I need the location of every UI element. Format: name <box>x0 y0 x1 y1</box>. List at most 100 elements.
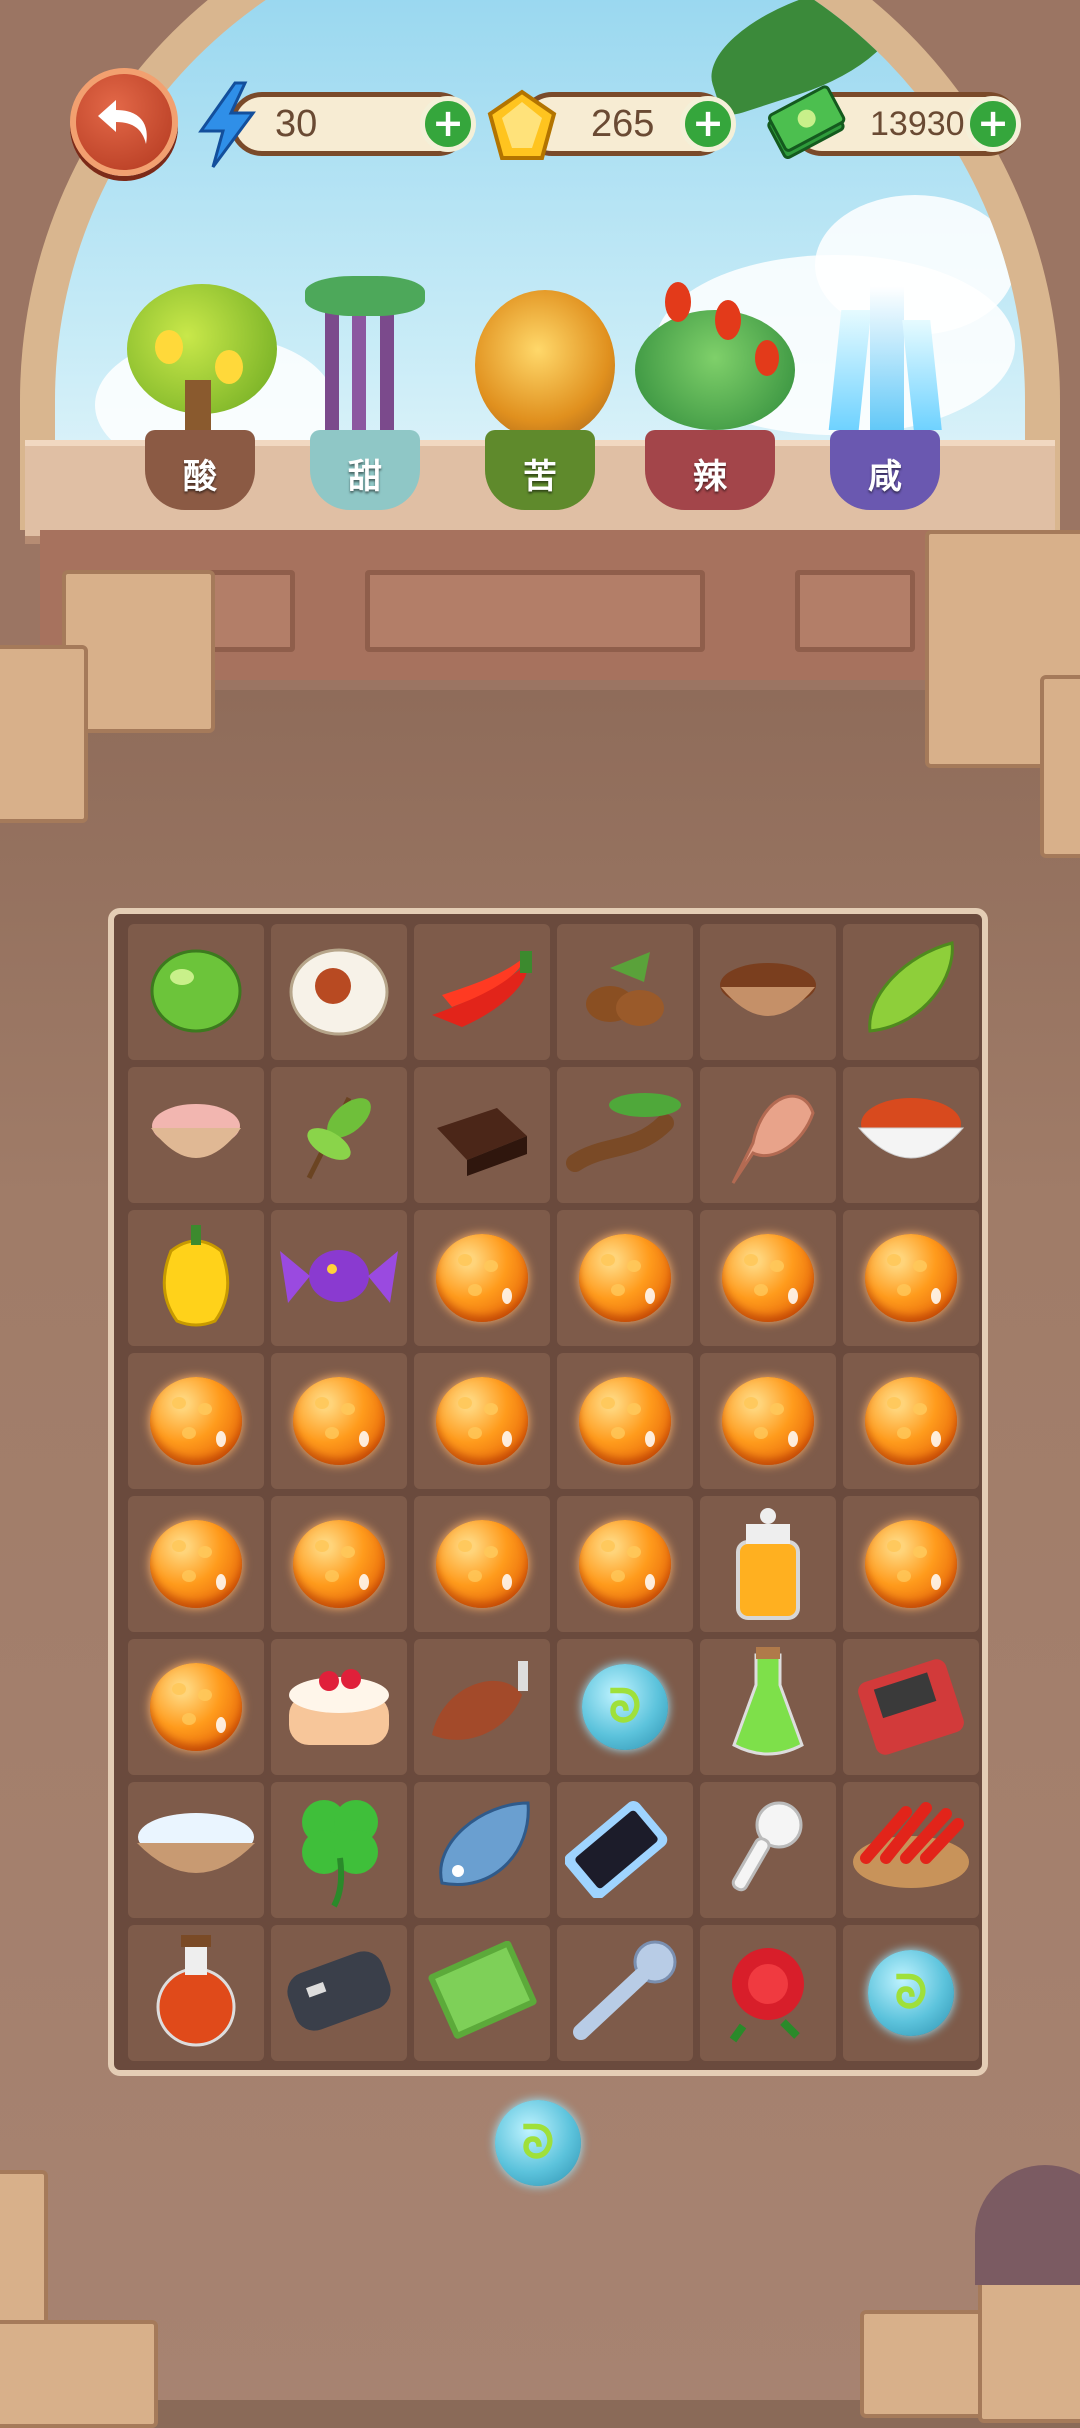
board-cell-r2-c1[interactable] <box>128 1067 264 1203</box>
chili-powder-bowl-icon <box>851 1088 971 1182</box>
handheld-console-icon <box>851 1655 971 1759</box>
board-cell-r8-c2[interactable] <box>271 1925 407 2061</box>
board-cell-r2-c6[interactable] <box>843 1067 979 1203</box>
crate <box>0 2320 158 2428</box>
green-potion-icon <box>728 1645 808 1769</box>
coffee-beans-icon <box>570 942 680 1042</box>
board-cell-r7-c4[interactable] <box>557 1782 693 1918</box>
lime-icon <box>148 945 244 1039</box>
plant-sour[interactable]: 酸 <box>115 270 285 510</box>
undo-arrow-icon <box>98 100 147 144</box>
board-cell-r1-c1[interactable] <box>128 924 264 1060</box>
fire-orb-icon <box>579 1377 671 1465</box>
board-cell-r5-c1[interactable] <box>128 1496 264 1632</box>
back-button[interactable] <box>70 68 178 176</box>
board-cell-r7-c1[interactable] <box>128 1782 264 1918</box>
board-cell-r8-c5[interactable] <box>700 1925 836 2061</box>
cash-stack-icon <box>760 76 850 172</box>
board-cell-r8-c6[interactable]: ᘐ <box>843 1925 979 2061</box>
sprout-bubble-icon: ᘐ <box>868 1950 954 2036</box>
red-sauce-bottle-icon <box>151 1931 241 2055</box>
board-cell-r7-c5[interactable] <box>700 1782 836 1918</box>
board-cell-r7-c2[interactable] <box>271 1782 407 1918</box>
board-cell-r5-c6[interactable] <box>843 1496 979 1632</box>
counter-panel <box>795 570 915 652</box>
held-item-sprout-bubble[interactable]: ᘐ <box>495 2100 581 2186</box>
gem-value: 265 <box>591 103 655 145</box>
board-cell-r1-c4[interactable] <box>557 924 693 1060</box>
wrapped-candy-icon <box>274 1231 404 1325</box>
board-cell-r8-c3[interactable] <box>414 1925 550 2061</box>
yellow-bell-pepper-icon <box>151 1221 241 1335</box>
sprout-bubble-icon: ᘐ <box>582 1664 668 1750</box>
plant-sweet[interactable]: 甜 <box>280 270 450 510</box>
board-cell-r1-c5[interactable] <box>700 924 836 1060</box>
board-cell-r4-c3[interactable] <box>414 1353 550 1489</box>
board-cell-r4-c4[interactable] <box>557 1353 693 1489</box>
plant-salty[interactable]: 咸 <box>800 270 970 510</box>
board-cell-r4-c2[interactable] <box>271 1353 407 1489</box>
four-leaf-clover-icon <box>284 1788 394 1912</box>
add-cash-button[interactable]: + <box>965 96 1021 152</box>
counter-panel <box>365 570 705 652</box>
bitter-melon-icon <box>856 935 966 1049</box>
board-cell-r1-c2[interactable] <box>271 924 407 1060</box>
fire-orb-icon <box>150 1520 242 1608</box>
tamarind-icon <box>565 1083 685 1187</box>
dark-chocolate-icon <box>427 1088 537 1182</box>
board-cell-r5-c5[interactable] <box>700 1496 836 1632</box>
board-cell-r7-c3[interactable] <box>414 1782 550 1918</box>
board-grid: ᘐᘐ <box>128 924 980 2064</box>
board-cell-r4-c5[interactable] <box>700 1353 836 1489</box>
fire-orb-icon <box>722 1377 814 1465</box>
board-cell-r5-c4[interactable] <box>557 1496 693 1632</box>
car-key-fob-icon <box>279 1941 399 2045</box>
board-cell-r2-c5[interactable] <box>700 1067 836 1203</box>
board-cell-r8-c4[interactable] <box>557 1925 693 2061</box>
fire-orb-icon <box>293 1520 385 1608</box>
board-cell-r6-c3[interactable] <box>414 1639 550 1775</box>
board-cell-r4-c1[interactable] <box>128 1353 264 1489</box>
fire-orb-icon <box>865 1520 957 1608</box>
green-notebook-icon <box>422 1940 542 2045</box>
spice-mix-bowl-icon <box>713 945 823 1039</box>
strawberry-cake-icon <box>279 1655 399 1759</box>
plant-spicy[interactable]: 辣 <box>625 270 795 510</box>
fire-orb-icon <box>150 1663 242 1751</box>
board-cell-r6-c1[interactable] <box>128 1639 264 1775</box>
plant-bitter[interactable]: 苦 <box>455 270 625 510</box>
board-cell-r3-c2[interactable] <box>271 1210 407 1346</box>
board-cell-r2-c3[interactable] <box>414 1067 550 1203</box>
fire-orb-icon <box>293 1377 385 1465</box>
board-cell-r4-c6[interactable] <box>843 1353 979 1489</box>
board-cell-r1-c3[interactable] <box>414 924 550 1060</box>
gem-icon <box>482 86 562 166</box>
merge-board: ᘐᘐ <box>108 908 988 2076</box>
board-cell-r2-c2[interactable] <box>271 1067 407 1203</box>
board-cell-r2-c4[interactable] <box>557 1067 693 1203</box>
board-cell-r5-c2[interactable] <box>271 1496 407 1632</box>
board-cell-r3-c3[interactable] <box>414 1210 550 1346</box>
red-chili-icon <box>422 945 542 1039</box>
add-gems-button[interactable]: + <box>680 96 736 152</box>
board-cell-r3-c6[interactable] <box>843 1210 979 1346</box>
board-cell-r8-c1[interactable] <box>128 1925 264 2061</box>
board-cell-r1-c6[interactable] <box>843 924 979 1060</box>
board-cell-r6-c4[interactable]: ᘐ <box>557 1639 693 1775</box>
board-cell-r3-c5[interactable] <box>700 1210 836 1346</box>
earbud-icon <box>723 1793 813 1907</box>
energy-value: 30 <box>275 103 318 145</box>
add-energy-button[interactable]: + <box>420 96 476 152</box>
board-cell-r7-c6[interactable] <box>843 1782 979 1918</box>
board-cell-r6-c5[interactable] <box>700 1639 836 1775</box>
board-cell-r5-c3[interactable] <box>414 1496 550 1632</box>
board-cell-r6-c2[interactable] <box>271 1639 407 1775</box>
plant-label: 酸 <box>183 457 217 497</box>
crate <box>0 2170 48 2328</box>
board-cell-r3-c1[interactable] <box>128 1210 264 1346</box>
fire-orb-icon <box>865 1377 957 1465</box>
honey-jar-icon <box>728 1502 808 1626</box>
plant-label: 咸 <box>868 457 902 497</box>
board-cell-r3-c4[interactable] <box>557 1210 693 1346</box>
board-cell-r6-c6[interactable] <box>843 1639 979 1775</box>
